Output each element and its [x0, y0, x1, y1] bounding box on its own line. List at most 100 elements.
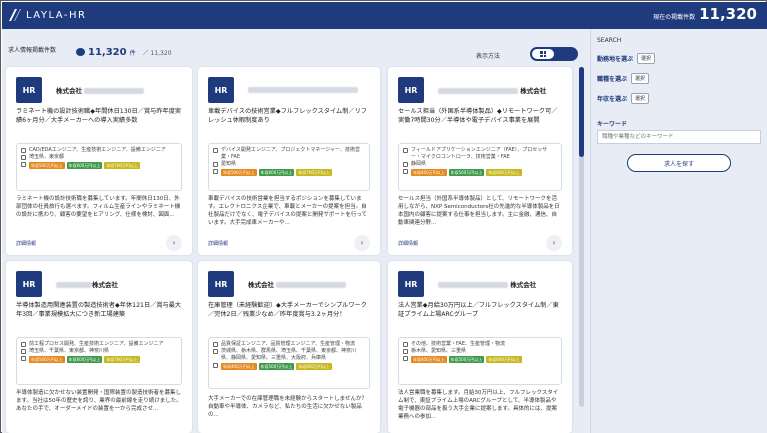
job-description: 大手メーカーでの在庫管理職を未経験からスタートしませんか？自動車や半導体、カメラ…	[208, 396, 368, 418]
job-title[interactable]: 在庫管理（未経験歓迎）◆大手メーカーでシンプルワーク／完休2日／残業少なめ／昨年…	[208, 301, 370, 319]
chevron-right-icon[interactable]: ›	[546, 235, 562, 251]
keyword-input[interactable]	[597, 130, 761, 144]
job-info-box: CAD/EDAエンジニア、生産技術エンジニア、設備エンジニア 埼玉県、東京都 年…	[16, 143, 182, 191]
company-logo: HR	[208, 271, 234, 297]
job-location: 静岡県	[411, 161, 427, 167]
grid-view-icon	[540, 51, 546, 57]
salary-tags: 年収500万円以上 年収600万円以上 年収700万円以上	[29, 356, 140, 363]
scrollbar-thumb[interactable]	[579, 67, 584, 157]
total-count-label: 現在の掲載件数	[653, 14, 696, 21]
card-header: HR 株式会社	[16, 271, 182, 297]
job-location: 埼玉県、東京都	[29, 154, 65, 160]
company-name-text: 株式会社	[92, 281, 118, 289]
location-pin-icon	[213, 162, 218, 167]
select-job-type-button[interactable]: 選択	[631, 73, 650, 84]
briefcase-icon	[403, 342, 408, 347]
salary-tag: 年収500万円以上	[29, 356, 65, 363]
briefcase-icon	[213, 342, 218, 347]
salary-tag: 年収600万円以上	[258, 169, 295, 176]
salary-tags: 年収500万円以上 年収600万円以上 年収700万円以上	[29, 162, 140, 169]
salary-tag: 年収500万円以上	[29, 162, 65, 169]
company-logo: HR	[16, 77, 42, 103]
select-location-button[interactable]: 選択	[637, 53, 656, 64]
chevron-right-icon[interactable]: ›	[166, 235, 182, 251]
job-category-row: CAD/EDAエンジニア、生産技術エンジニア、設備エンジニア	[21, 147, 177, 154]
logo[interactable]: LAYLA-HR	[8, 8, 86, 22]
filter-location: 勤務地を選ぶ 選択	[597, 53, 656, 64]
card-header: HR 株式会社	[398, 77, 562, 103]
salary-tag: 年収500万円以上	[448, 356, 485, 363]
job-title[interactable]: 半導体製造用関連装置の製造技術者◆年休121日／賞与最大年3回／事業規模拡大につ…	[16, 301, 182, 319]
company-name-text: 株式会社	[56, 87, 82, 95]
filter-label: 勤務地を選ぶ	[597, 56, 634, 63]
yen-icon	[21, 162, 26, 167]
keyword-label: キーワード	[597, 121, 628, 128]
job-card[interactable]: HR 車載デバイスの技術営業◆フルフレックスタイム制／リフレッシュ休暇制度あり …	[198, 67, 380, 255]
briefcase-icon	[21, 148, 26, 153]
chat-bubble-icon	[76, 48, 85, 56]
salary-tags: 年収500万円以上 年収600万円以上 年収700万円以上	[221, 169, 332, 176]
company-name-redacted	[276, 282, 347, 288]
salary-tag: 年収700万円以上	[104, 356, 140, 363]
salary-tags: 年収400万円以上 年収500万円以上 年収600万円以上	[411, 356, 522, 363]
card-header: HR 株式会社	[208, 271, 370, 297]
company-name-redacted	[438, 282, 508, 288]
job-title[interactable]: セールス担当（外国系半導体製品）◆リモートワーク可／実働7時間30分／半導体や電…	[398, 107, 562, 125]
job-card[interactable]: HR 株式会社 在庫管理（未経験歓迎）◆大手メーカーでシンプルワーク／完休2日／…	[198, 261, 380, 433]
job-title[interactable]: ラミネート機の設計技術職◆年間休日130日／賞与昨年度実績6ヶ月分／大手メーカー…	[16, 107, 182, 125]
job-location: 栃木県、愛知県、三重県	[411, 348, 467, 354]
job-category: 前工程プロセス開発、生産技術エンジニア、設備エンジニア	[29, 341, 164, 347]
yen-icon	[21, 356, 26, 361]
salary-tag: 年収500万円以上	[258, 363, 295, 370]
company-name: 株式会社	[56, 85, 145, 95]
logo-text: LAYLA-HR	[26, 9, 87, 21]
yen-icon	[403, 356, 408, 361]
details-link[interactable]: 詳細情報	[208, 240, 228, 247]
filter-salary: 年収を選ぶ 選択	[597, 93, 650, 104]
details-link[interactable]: 詳細情報	[16, 240, 36, 247]
jobs-count-label: 求人情報掲載件数	[8, 47, 57, 54]
salary-row: 年収500万円以上 年収600万円以上 年収700万円以上	[213, 168, 365, 176]
company-name-redacted	[84, 88, 145, 94]
salary-tags: 年収400万円以上 年収500万円以上 年収600万円以上	[411, 169, 522, 176]
company-logo: HR	[208, 77, 234, 103]
job-card[interactable]: HR 株式会社 法人営業◆月給30万円以上／フルフレックスタイム制／東証プライム…	[388, 261, 572, 433]
job-info-box: 前工程プロセス開発、生産技術エンジニア、設備エンジニア 埼玉県、千葉県、東京都、…	[16, 337, 182, 385]
job-list-area: 求人情報掲載件数 11,320 件 ／ 11,320 表示方法 HR 株式会社 …	[2, 29, 590, 433]
company-logo: HR	[16, 271, 42, 297]
yen-icon	[213, 169, 218, 174]
search-jobs-button[interactable]: 求人を探す	[627, 154, 731, 172]
salary-tag: 年収400万円以上	[221, 363, 257, 370]
list-header: 求人情報掲載件数 11,320 件 ／ 11,320 表示方法	[6, 37, 586, 67]
company-logo: HR	[398, 77, 424, 103]
job-card[interactable]: HR 株式会社 ラミネート機の設計技術職◆年間休日130日／賞与昨年度実績6ヶ月…	[6, 67, 192, 255]
briefcase-icon	[213, 148, 218, 153]
job-card[interactable]: HR 株式会社 半導体製造用関連装置の製造技術者◆年休121日／賞与最大年3回／…	[6, 261, 192, 433]
salary-row: 年収400万円以上 年収500万円以上 年収600万円以上	[403, 355, 557, 363]
job-category-row: 品質保証エンジニア、品質管理エンジニア、生産管理・物流	[213, 341, 365, 348]
salary-tags: 年収400万円以上 年収500万円以上 年収600万円以上	[221, 363, 332, 370]
salary-tag: 年収600万円以上	[486, 356, 522, 363]
job-category: CAD/EDAエンジニア、生産技術エンジニア、設備エンジニア	[29, 147, 166, 153]
job-title[interactable]: 車載デバイスの技術営業◆フルフレックスタイム制／リフレッシュ休暇制度あり	[208, 107, 370, 125]
filter-label: 年収を選ぶ	[597, 96, 628, 103]
chevron-right-icon[interactable]: ›	[354, 235, 370, 251]
logo-icon	[9, 9, 21, 21]
job-description: ラミネート機の設計技術職を募集しています。年間休日130日、外部団体の社員旅行も…	[16, 196, 181, 218]
salary-row: 年収500万円以上 年収600万円以上 年収700万円以上	[21, 161, 177, 169]
card-header: HR 株式会社	[398, 271, 562, 297]
location-pin-icon	[403, 162, 408, 167]
job-info-box: フィールドアプリケーションエンジニア（FAE）、プロセッサー・マイクロコントロー…	[398, 143, 562, 191]
job-info-box: その他、技術営業・FAE、生産管理・物流 栃木県、愛知県、三重県 年収400万円…	[398, 337, 562, 385]
location-pin-icon	[213, 349, 218, 354]
details-link[interactable]: 詳細情報	[398, 240, 418, 247]
job-card[interactable]: HR 株式会社 セールス担当（外国系半導体製品）◆リモートワーク可／実働7時間3…	[388, 67, 572, 255]
display-mode-toggle[interactable]	[530, 47, 578, 61]
job-info-box: 品質保証エンジニア、品質管理エンジニア、生産管理・物流 茨城県、栃木県、群馬県、…	[208, 337, 370, 389]
total-count: 現在の掲載件数 11,320	[653, 5, 757, 23]
job-title[interactable]: 法人営業◆月給30万円以上／フルフレックスタイム制／東証プライム上場ARCグルー…	[398, 301, 562, 319]
job-category-row: デバイス開発エンジニア、プロジェクトマネージャー、技術営業・FAE	[213, 147, 365, 161]
company-name-text: 株式会社	[520, 87, 547, 95]
scrollbar[interactable]	[579, 67, 584, 407]
select-salary-button[interactable]: 選択	[631, 93, 650, 104]
